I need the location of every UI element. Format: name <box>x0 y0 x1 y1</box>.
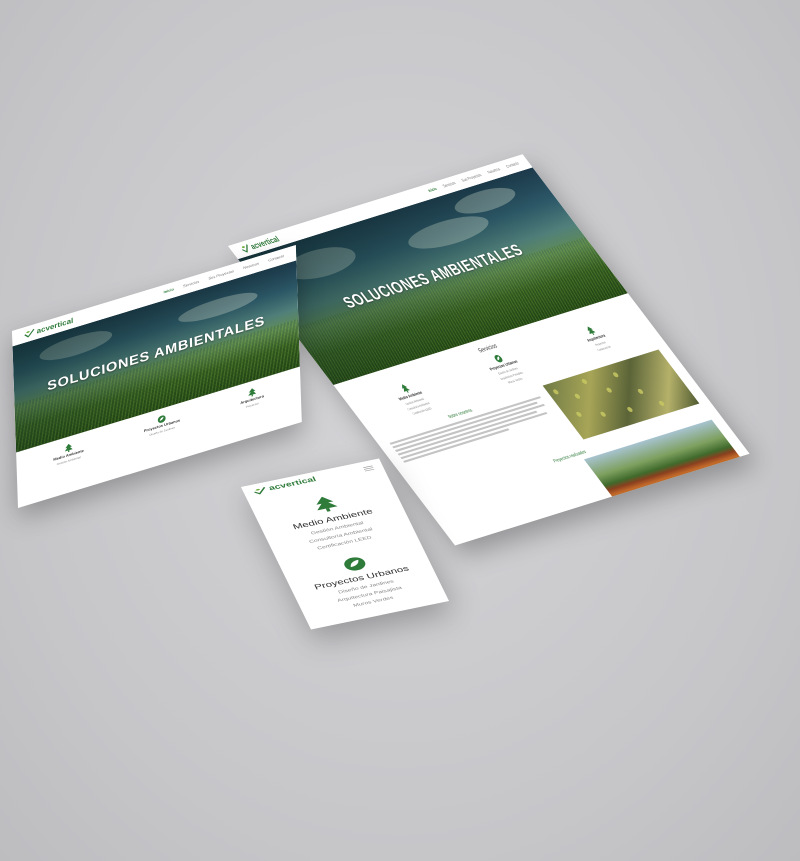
tree-icon <box>247 388 256 397</box>
hamburger-menu-icon[interactable] <box>362 465 375 472</box>
service-card[interactable]: Medio Ambiente Gestión Ambiental Consult… <box>390 381 434 416</box>
mockup-scene: acvertical Inicio Servicios Sus Proyecto… <box>0 0 800 861</box>
tree-icon <box>64 443 73 453</box>
nav-link-contacto[interactable]: Contacto <box>268 255 284 263</box>
leaf-logo-icon <box>253 486 266 495</box>
nav-link-inicio[interactable]: Inicio <box>428 187 438 193</box>
nav-link-servicios[interactable]: Servicios <box>442 181 457 188</box>
nav-link-proyectos[interactable]: Sus Proyectos <box>208 270 234 281</box>
laptop-mockup: acvertical Inicio Servicios Sus Proyecto… <box>12 245 302 508</box>
service-card[interactable]: Proyectos Urbanos Diseño de Jardines <box>144 410 181 439</box>
nav-link-nosotros[interactable]: Nosotros <box>487 168 502 175</box>
tree-icon <box>316 496 338 512</box>
nav-link-nosotros[interactable]: Nosotros <box>243 262 259 270</box>
service-card[interactable]: Medio Ambiente Gestión Ambiental <box>53 439 84 467</box>
tree-icon <box>587 326 596 336</box>
nav-link-contacto[interactable]: Contacto <box>506 162 521 169</box>
service-card[interactable]: Arquitectura Proyectos Construcción <box>579 324 618 358</box>
project-card[interactable]: Parque infantil con muros verdes <box>583 419 750 515</box>
leaf-icon <box>494 354 503 363</box>
project-photo <box>583 419 748 508</box>
leaf-logo-icon <box>24 328 35 338</box>
nav-link-proyectos[interactable]: Sus Proyectos <box>461 173 483 183</box>
nav-link-servicios[interactable]: Servicios <box>183 280 199 288</box>
leaf-icon <box>344 557 366 571</box>
service-card[interactable]: Arquitectura Proyectos <box>240 385 264 410</box>
nav-link-inicio[interactable]: Inicio <box>164 288 174 295</box>
tree-icon <box>401 384 410 393</box>
